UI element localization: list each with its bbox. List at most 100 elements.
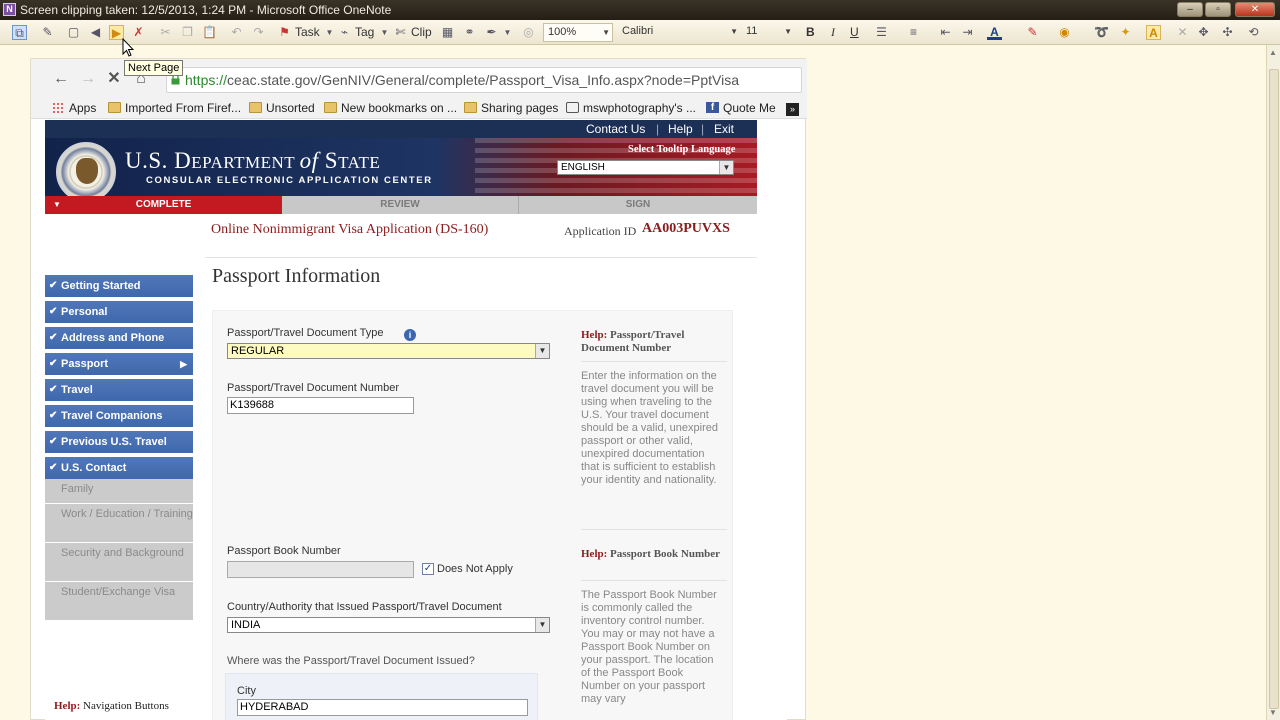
bullets-icon[interactable]: ☰ [874, 25, 889, 40]
bookmark-quote-me[interactable]: f Quote Me [706, 100, 776, 116]
clip-button[interactable]: Clip [411, 24, 432, 41]
exit-link[interactable]: Exit [714, 122, 734, 136]
font-size-select[interactable]: 11 ▼ [742, 23, 794, 42]
bookmark-sharing-pages[interactable]: Sharing pages [464, 100, 558, 116]
link-icon[interactable]: ⚭ [462, 25, 477, 40]
font-select[interactable]: Calibri ▼ [618, 23, 740, 42]
new-page-icon[interactable]: ▢ [66, 25, 81, 40]
step-review[interactable]: REVIEW [282, 196, 519, 214]
sidebar-item-personal[interactable]: ✔ Personal [45, 301, 193, 323]
tag-icon[interactable]: ⌁ [337, 25, 352, 40]
pen-dropdown-icon[interactable]: ▼ [500, 25, 515, 40]
pen-icon[interactable]: ✒ [484, 25, 499, 40]
sidebar-item-work-education[interactable]: Work / Education / Training [45, 504, 193, 542]
fill-color-icon[interactable]: ◉ [1057, 25, 1072, 40]
page-scrollbar[interactable]: ▲ ▼ [1266, 45, 1280, 720]
highlighter-icon[interactable]: ✎ [1025, 25, 1040, 40]
chevron-down-icon: ▼ [535, 344, 549, 358]
stop-icon[interactable]: ✕ [104, 69, 124, 89]
tag-button[interactable]: Tag [355, 24, 374, 41]
clear-format-icon[interactable]: ✕ [1175, 25, 1190, 40]
numbering-icon[interactable]: ≡ [906, 25, 921, 40]
minimize-button[interactable]: – [1177, 2, 1203, 17]
sidebar-item-us-contact[interactable]: ✔ U.S. Contact [45, 457, 193, 479]
copy-icon[interactable]: ❐ [180, 25, 195, 40]
zoom-icon[interactable]: ◎ [521, 25, 536, 40]
next-page-tooltip: Next Page [124, 60, 184, 76]
city-group: City HYDERABAD [225, 673, 538, 720]
dock-icon[interactable]: ⧉ [12, 25, 27, 40]
bold-button[interactable]: B [806, 24, 815, 41]
close-button[interactable]: ✕ [1235, 2, 1275, 17]
paste-icon[interactable]: 📋 [202, 25, 217, 40]
undo-icon[interactable]: ↶ [229, 25, 244, 40]
check-icon: ✔ [49, 280, 58, 291]
scroll-down-icon[interactable]: ▼ [1269, 708, 1277, 717]
sidebar-item-passport[interactable]: ✔ Passport ▶ [45, 353, 193, 375]
sidebar-item-security-background[interactable]: Security and Background [45, 543, 193, 581]
underline-button[interactable]: U [850, 24, 859, 41]
clip-icon[interactable]: ✄ [393, 25, 408, 40]
italic-button[interactable]: I [831, 24, 835, 41]
sidebar-item-travel[interactable]: ✔ Travel [45, 379, 193, 401]
bookmark-new-bookmarks[interactable]: New bookmarks on ... [324, 100, 457, 116]
bookmark-imported[interactable]: Imported From Firef... [108, 100, 241, 116]
eraser-icon[interactable]: ✦ [1118, 25, 1133, 40]
bookmark-unsorted[interactable]: Unsorted [249, 100, 315, 116]
help-book-number-text: The Passport Book Number is commonly cal… [581, 589, 717, 705]
zoom-select[interactable]: 100% ▼ [543, 23, 613, 42]
does-not-apply-checkbox[interactable]: ✓ [422, 563, 434, 575]
insert-space-icon[interactable]: ✥ [1196, 25, 1211, 40]
country-select[interactable]: INDIA ▼ [227, 617, 550, 633]
scroll-up-icon[interactable]: ▲ [1269, 48, 1277, 57]
scroll-thumb[interactable] [1269, 69, 1279, 709]
bookmark-mswphotography[interactable]: mswphotography's ... [566, 100, 696, 116]
task-dropdown-icon[interactable]: ▼ [322, 25, 337, 40]
step-sign[interactable]: SIGN [519, 196, 757, 214]
tag-dropdown-icon[interactable]: ▼ [377, 25, 392, 40]
doc-type-select[interactable]: REGULAR ▼ [227, 343, 550, 359]
increase-indent-icon[interactable]: ⇥ [960, 25, 975, 40]
bookmark-overflow-icon[interactable]: » [786, 100, 799, 116]
help-link[interactable]: Help [668, 122, 693, 136]
step-complete[interactable]: ▼ COMPLETE [45, 196, 282, 214]
book-number-label: Passport Book Number [227, 545, 341, 557]
task-button[interactable]: Task [295, 24, 320, 41]
nav-separator: | [656, 122, 660, 136]
arrow-right-icon: ▶ [180, 359, 187, 369]
previous-page-icon[interactable]: ◀ [88, 25, 103, 40]
table-icon[interactable]: ▦ [440, 25, 455, 40]
url-field[interactable]: https://ceac.state.gov/GenNIV/General/co… [166, 67, 802, 93]
pen-mode-icon[interactable]: ✎ [40, 25, 55, 40]
bookmark-apps[interactable]: Apps [52, 100, 96, 116]
divider [581, 361, 727, 362]
redo-icon[interactable]: ↷ [251, 25, 266, 40]
info-icon[interactable]: i [404, 329, 416, 341]
folder-icon [464, 102, 477, 113]
doc-number-input[interactable]: K139688 [227, 397, 414, 414]
window-titlebar: N Screen clipping taken: 12/5/2013, 1:24… [0, 0, 1280, 20]
sidebar-item-getting-started[interactable]: ✔ Getting Started [45, 275, 193, 297]
task-flag-icon[interactable]: ⚑ [277, 25, 292, 40]
sidebar-item-address-phone[interactable]: ✔ Address and Phone [45, 327, 193, 349]
maximize-button[interactable]: ▫ [1205, 2, 1231, 17]
tooltip-language-select[interactable]: ENGLISH ▼ [557, 160, 734, 175]
sidebar-item-family[interactable]: Family [45, 479, 193, 503]
book-number-input[interactable] [227, 561, 414, 578]
sidebar-item-travel-companions[interactable]: ✔ Travel Companions [45, 405, 193, 427]
sync-icon[interactable]: ⟲ [1246, 25, 1261, 40]
cut-icon[interactable]: ✂ [158, 25, 173, 40]
move-icon[interactable]: ✣ [1220, 25, 1235, 40]
forward-arrow-icon[interactable]: → [78, 69, 98, 89]
navigation-help: Help: Navigation Buttons [54, 700, 169, 712]
sidebar-item-previous-us-travel[interactable]: ✔ Previous U.S. Travel [45, 431, 193, 453]
city-label: City [237, 685, 256, 697]
decrease-indent-icon[interactable]: ⇤ [938, 25, 953, 40]
city-input[interactable]: HYDERABAD [237, 699, 528, 716]
text-mode-icon[interactable]: A [1146, 25, 1161, 40]
back-arrow-icon[interactable]: ← [51, 69, 71, 89]
font-color-icon[interactable]: A [987, 25, 1002, 40]
contact-us-link[interactable]: Contact Us [586, 122, 645, 136]
lasso-icon[interactable]: ➰ [1094, 25, 1109, 40]
sidebar-item-student-exchange[interactable]: Student/Exchange Visa [45, 582, 193, 620]
